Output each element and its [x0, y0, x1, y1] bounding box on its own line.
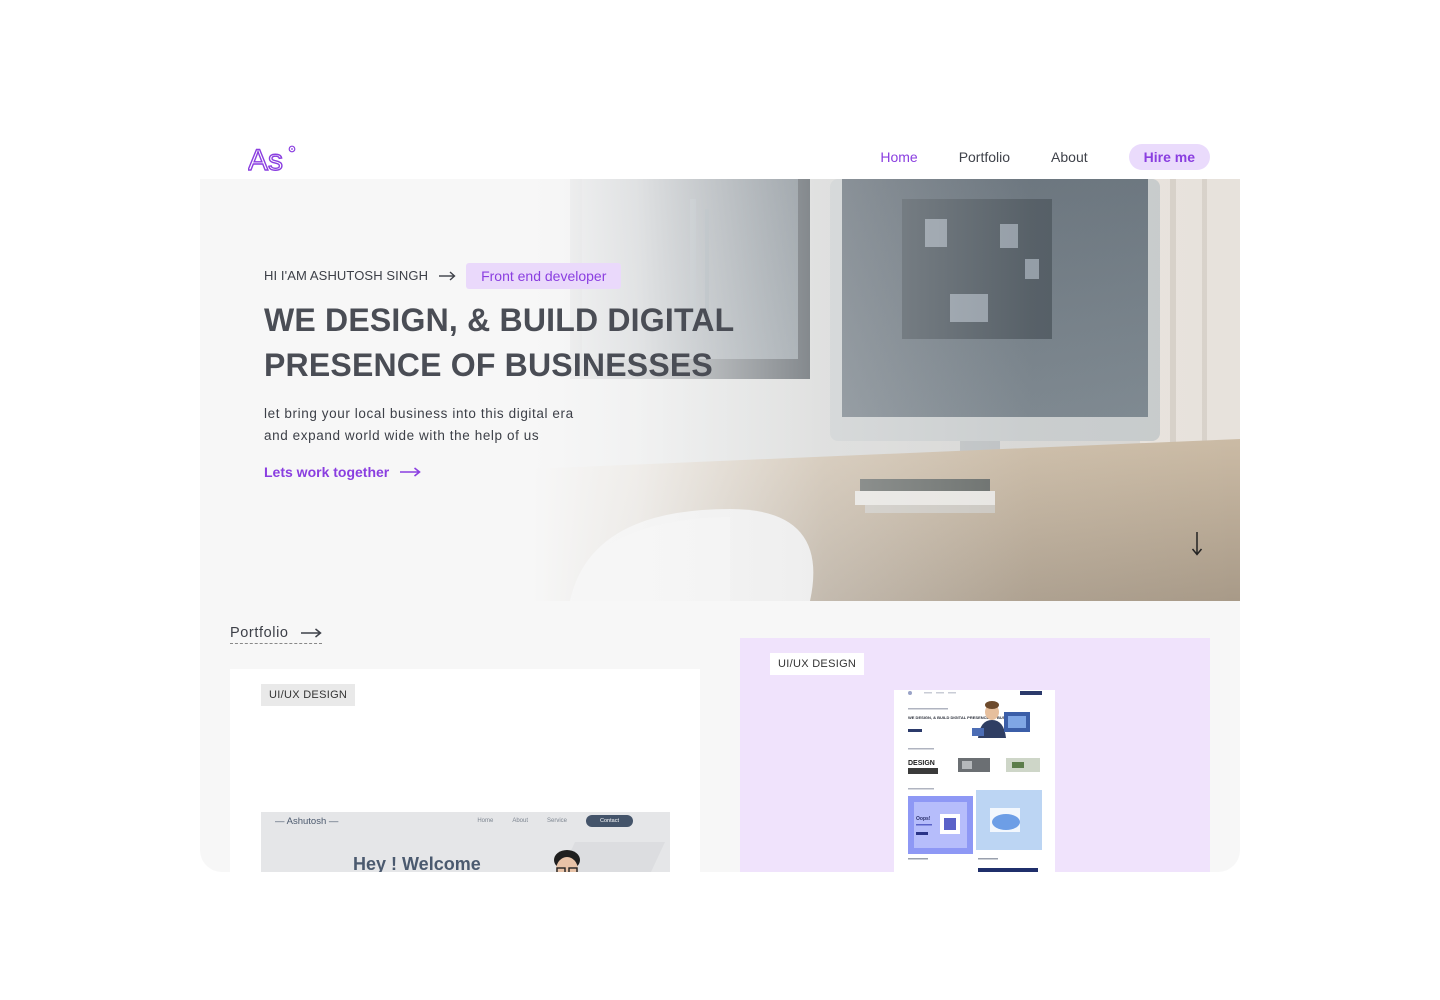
hire-me-button[interactable]: Hire me: [1128, 144, 1210, 170]
main-nav: Home Portfolio About Hire me: [880, 144, 1210, 170]
intro-text: HI I'AM ASHUTOSH SINGH: [264, 268, 429, 283]
svg-text:As: As: [248, 144, 283, 176]
portfolio-card-1[interactable]: UI/UX DESIGN — Ashutosh — Home About Ser…: [230, 669, 700, 872]
page-frame: As Home Portfolio About Hire me HI I'AM …: [200, 128, 1240, 872]
lets-work-together-link[interactable]: Lets work together: [264, 464, 824, 480]
hero-headline: WE DESIGN, & BUILD DIGITAL PRESENCE OF B…: [264, 298, 824, 388]
arrow-right-icon: [400, 467, 422, 477]
preview-nav-home: Home: [477, 818, 494, 824]
hero-section: HI I'AM ASHUTOSH SINGH Front end develop…: [200, 179, 1240, 601]
hero-subtext: let bring your local business into this …: [264, 403, 824, 447]
cta-label: Lets work together: [264, 464, 390, 480]
intro-row: HI I'AM ASHUTOSH SINGH Front end develop…: [264, 262, 824, 289]
preview-nav-about: About: [512, 818, 529, 824]
nav-about[interactable]: About: [1051, 149, 1088, 165]
portfolio-card-2[interactable]: UI/UX DESIGN WE DESIGN, & BUILD DIGITAL …: [740, 638, 1210, 872]
card-preview-image: — Ashutosh — Home About Service Contact …: [261, 812, 670, 872]
preview-design-word: DESIGN: [908, 760, 935, 767]
nav-portfolio[interactable]: Portfolio: [959, 149, 1010, 165]
arrow-down-icon[interactable]: [1190, 531, 1204, 557]
preview-person-image: [554, 850, 580, 872]
preview-nav-service: Service: [547, 818, 568, 824]
nav-home[interactable]: Home: [880, 149, 917, 165]
headline-line-1: WE DESIGN, & BUILD DIGITAL: [264, 302, 735, 338]
preview-brand: — Ashutosh —: [275, 816, 339, 827]
preview-nav: Home About Service Contact: [477, 815, 652, 827]
arrow-right-icon: [439, 270, 456, 281]
headline-line-2: PRESENCE OF BUSINESSES: [264, 347, 713, 383]
preview-welcome: Hey ! Welcome: [353, 854, 481, 872]
hero-content: HI I'AM ASHUTOSH SINGH Front end develop…: [264, 262, 824, 480]
subtext-line-1: let bring your local business into this …: [264, 406, 574, 421]
portfolio-heading-link[interactable]: Portfolio: [230, 625, 322, 644]
preview-contact-button: Contact: [586, 815, 633, 827]
role-badge: Front end developer: [466, 262, 622, 289]
preview-oops: Oops!: [916, 816, 931, 822]
preview-headline: WE DESIGN, & BUILD DIGITAL PRESENCE OF B…: [908, 715, 1018, 720]
card-preview-image: WE DESIGN, & BUILD DIGITAL PRESENCE OF B…: [894, 690, 1055, 872]
card-tag: UI/UX DESIGN: [261, 684, 356, 706]
arrow-right-icon: [300, 628, 322, 638]
navbar: As Home Portfolio About Hire me: [200, 128, 1240, 179]
portfolio-title: Portfolio: [230, 625, 289, 641]
card-tag: UI/UX DESIGN: [770, 653, 865, 675]
subtext-line-2: and expand world wide with the help of u…: [264, 428, 540, 443]
logo-icon[interactable]: As: [247, 136, 308, 178]
